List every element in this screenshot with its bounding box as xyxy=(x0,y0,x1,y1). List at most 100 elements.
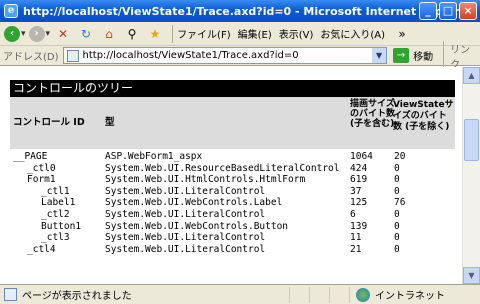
dropdown-arrow-icon: ▾ xyxy=(21,28,26,39)
forward-arrow-icon: › xyxy=(28,25,45,42)
table-row: __PAGE ASP.WebForm1_aspx 1064 20 xyxy=(10,151,455,163)
cell-control-id: _ctl1 xyxy=(41,185,70,197)
go-arrow-icon: → xyxy=(393,48,410,63)
cell-control-id: _ctl2 xyxy=(41,208,70,220)
cell-type: System.Web.UI.LiteralControl xyxy=(105,243,266,255)
scroll-up-icon[interactable]: ▲ xyxy=(463,67,480,84)
cell-type: System.Web.UI.WebControls.Label xyxy=(105,197,283,209)
cell-viewstate-size: 0 xyxy=(394,174,400,186)
star-icon: ★ xyxy=(149,26,161,41)
cell-viewstate-size: 0 xyxy=(394,162,400,174)
status-text: ページが表示されました xyxy=(22,291,132,302)
cell-type: System.Web.UI.WebControls.Button xyxy=(105,220,289,232)
cell-viewstate-size: 20 xyxy=(394,151,406,162)
cell-type: System.Web.UI.LiteralControl xyxy=(105,208,266,220)
cell-render-size: 139 xyxy=(350,220,368,232)
cell-render-size: 21 xyxy=(350,243,362,255)
cell-render-size: 11 xyxy=(350,232,362,244)
cell-render-size: 1064 xyxy=(350,151,373,162)
status-cell xyxy=(310,286,330,303)
table-row: Button1 System.Web.UI.WebControls.Button… xyxy=(10,221,455,233)
cell-control-id: _ctl4 xyxy=(27,243,56,255)
window-title: http://localhost/ViewState1/Trace.axd?id… xyxy=(23,4,473,18)
cell-type: System.Web.UI.HtmlControls.HtmlForm xyxy=(105,174,306,186)
page-content: コントロールのツリー コントロール ID 型 描画サイズのバイト数 (子を含む)… xyxy=(0,67,462,284)
cell-viewstate-size: 0 xyxy=(394,185,400,197)
dropdown-arrow-icon: ▾ xyxy=(45,28,51,39)
cell-viewstate-size: 76 xyxy=(394,197,406,209)
address-bar: アドレス(D) ▼ → 移動 リンク xyxy=(0,40,480,71)
maximize-button[interactable]: □ xyxy=(439,2,457,20)
scroll-thumb[interactable] xyxy=(464,119,479,161)
cell-render-size: 6 xyxy=(350,208,356,220)
column-header-viewstate-size: ViewStateサイズのバイト数 (子を除く) xyxy=(393,100,454,132)
column-header-control-id: コントロール ID xyxy=(13,117,85,128)
menu-edit[interactable]: 編集(E) xyxy=(238,26,272,41)
cell-type: System.Web.UI.LiteralControl xyxy=(105,185,266,197)
ie-logo-icon: e xyxy=(4,4,18,18)
status-cell xyxy=(290,286,310,303)
address-dropdown-icon[interactable]: ▼ xyxy=(372,48,387,63)
zone-label: イントラネット xyxy=(375,291,445,302)
window-controls: _ □ × xyxy=(419,2,477,20)
control-tree-table: __PAGE ASP.WebForm1_aspx 1064 20 _ctl0 S… xyxy=(10,151,455,255)
close-button[interactable]: × xyxy=(459,2,477,20)
table-row: _ctl0 System.Web.UI.ResourceBasedLiteral… xyxy=(10,163,455,175)
table-row: _ctl3 System.Web.UI.LiteralControl 11 0 xyxy=(10,232,455,244)
status-cell xyxy=(330,286,350,303)
cell-render-size: 619 xyxy=(350,174,368,186)
cell-control-id: Form1 xyxy=(27,174,56,186)
forward-button[interactable]: › ▾ xyxy=(28,24,51,44)
menu-view[interactable]: 表示(V) xyxy=(279,26,314,41)
links-button[interactable]: リンク xyxy=(443,40,480,71)
go-button[interactable]: → 移動 xyxy=(393,48,433,63)
search-icon: ⚲ xyxy=(127,26,137,41)
favorites-button[interactable]: ★ xyxy=(145,26,165,42)
search-button[interactable]: ⚲ xyxy=(122,26,142,42)
address-label: アドレス(D) xyxy=(3,52,59,63)
cell-control-id: __PAGE xyxy=(13,151,48,162)
status-message: ページが表示されました xyxy=(0,286,290,303)
intranet-globe-icon xyxy=(356,287,370,302)
cell-viewstate-size: 0 xyxy=(394,232,400,244)
toolbar-separator xyxy=(172,24,174,43)
cell-viewstate-size: 0 xyxy=(394,208,400,220)
page-icon xyxy=(66,49,79,62)
toolbar: ‹ ▾ › ▾ ✕ ↻ ⌂ ⚲ ★ ファイル(F) 編集(E) 表示(V) お気… xyxy=(0,22,480,46)
table-row: _ctl4 System.Web.UI.LiteralControl 21 0 xyxy=(10,244,455,256)
cell-viewstate-size: 0 xyxy=(394,220,400,232)
column-header-type: 型 xyxy=(105,117,115,128)
cell-control-id: Label1 xyxy=(41,197,76,209)
table-header: コントロール ID 型 描画サイズのバイト数 (子を含む) ViewStateサ… xyxy=(10,97,455,149)
address-input[interactable] xyxy=(82,50,373,61)
scroll-down-icon[interactable]: ▼ xyxy=(463,267,480,284)
refresh-icon: ↻ xyxy=(81,26,92,41)
table-row: _ctl2 System.Web.UI.LiteralControl 6 0 xyxy=(10,209,455,221)
chevron-more-icon[interactable]: » xyxy=(392,26,412,42)
title-bar: e http://localhost/ViewState1/Trace.axd?… xyxy=(0,0,480,22)
table-row: Form1 System.Web.UI.HtmlControls.HtmlFor… xyxy=(10,174,455,186)
cell-render-size: 125 xyxy=(350,197,368,209)
section-title: コントロールのツリー xyxy=(10,80,455,97)
minimize-button[interactable]: _ xyxy=(419,2,437,20)
cell-control-id: Button1 xyxy=(41,220,82,232)
table-row: _ctl1 System.Web.UI.LiteralControl 37 0 xyxy=(10,186,455,198)
home-button[interactable]: ⌂ xyxy=(99,26,119,42)
cell-control-id: _ctl0 xyxy=(27,162,56,174)
cell-control-id: _ctl3 xyxy=(41,232,70,244)
table-row: Label1 System.Web.UI.WebControls.Label 1… xyxy=(10,197,455,209)
vertical-scrollbar[interactable]: ▲ ▼ xyxy=(462,67,480,284)
back-button[interactable]: ‹ ▾ xyxy=(4,24,26,44)
cell-viewstate-size: 0 xyxy=(394,243,400,255)
refresh-button[interactable]: ↻ xyxy=(76,26,96,42)
menu-file[interactable]: ファイル(F) xyxy=(177,26,231,41)
go-label: 移動 xyxy=(413,52,434,63)
menu-favorites[interactable]: お気に入り(A) xyxy=(320,26,385,41)
address-field[interactable]: ▼ xyxy=(62,47,388,64)
cell-type: System.Web.UI.ResourceBasedLiteralContro… xyxy=(105,162,340,174)
status-bar: ページが表示されました イントラネット xyxy=(0,284,480,304)
cell-render-size: 424 xyxy=(350,162,368,174)
cell-type: System.Web.UI.LiteralControl xyxy=(105,232,266,244)
stop-button[interactable]: ✕ xyxy=(53,26,73,42)
cell-type: ASP.WebForm1_aspx xyxy=(105,151,203,162)
